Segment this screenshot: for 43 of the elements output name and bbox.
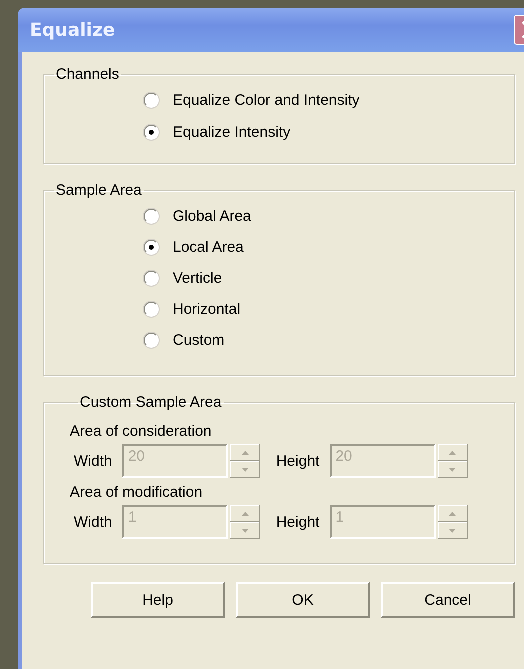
radio-button[interactable] [144, 208, 159, 224]
section-label: Area of consideration [70, 423, 213, 440]
radio-option[interactable]: Verticle [144, 267, 514, 289]
spin-down-button[interactable] [438, 522, 468, 539]
down-arrow-icon [242, 468, 249, 472]
radio-option[interactable]: Horizontal [144, 298, 514, 320]
radio-button[interactable] [144, 270, 159, 286]
radio-option[interactable]: Equalize Color and Intensity [144, 89, 514, 111]
group-title: Custom Sample Area [79, 394, 223, 411]
window-title: Equalize [30, 20, 116, 40]
dialog-button[interactable]: Cancel [381, 582, 515, 618]
dialog-button[interactable]: Help [91, 582, 225, 618]
up-arrow-icon [242, 450, 249, 454]
down-arrow-icon [449, 468, 456, 472]
radio-button[interactable] [144, 92, 159, 108]
up-arrow-icon [449, 450, 456, 454]
down-arrow-icon [242, 528, 249, 532]
group-title: Sample Area [55, 182, 143, 199]
spin-down-button[interactable] [230, 461, 260, 478]
up-arrow-icon [449, 512, 456, 516]
up-arrow-icon [242, 512, 249, 516]
spin-up-button[interactable] [230, 505, 260, 522]
radio-button[interactable] [144, 240, 159, 254]
down-arrow-icon [449, 528, 456, 532]
dialog-button[interactable]: OK [236, 582, 370, 618]
field-label: Height [276, 452, 320, 470]
field-label: Width [74, 514, 112, 530]
spin-up-button[interactable] [230, 444, 260, 461]
spin-up-button[interactable] [438, 505, 468, 522]
radio-option[interactable]: Equalize Intensity [144, 121, 514, 143]
field-label: Height [276, 514, 320, 530]
group-title: Channels [55, 66, 120, 83]
radio-button[interactable] [144, 332, 159, 348]
section-label: Area of modification [70, 484, 204, 501]
spin-up-button[interactable] [438, 444, 468, 461]
radio-option[interactable]: Global Area [144, 205, 514, 227]
spin-down-button[interactable] [438, 461, 468, 478]
spin-down-button[interactable] [230, 522, 260, 539]
field-label: Width [74, 452, 112, 470]
radio-button[interactable] [144, 124, 159, 140]
radio-option[interactable]: Local Area [144, 236, 514, 258]
radio-option[interactable]: Custom [144, 329, 514, 351]
radio-button[interactable] [144, 302, 159, 316]
